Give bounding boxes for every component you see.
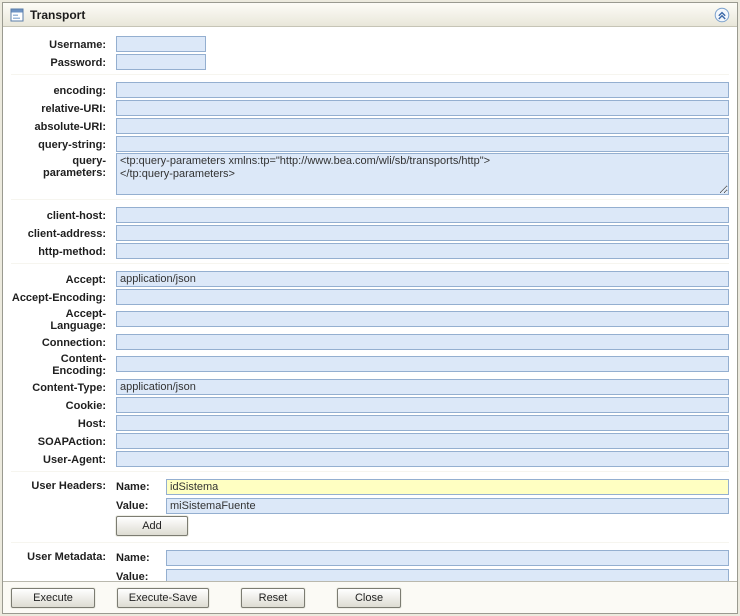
connection-field[interactable] bbox=[116, 333, 729, 350]
user-header-value-label: Value: bbox=[116, 499, 149, 512]
cookie-label: Cookie: bbox=[65, 399, 106, 412]
client-address-field[interactable] bbox=[116, 224, 729, 241]
query-string-field[interactable] bbox=[116, 135, 729, 152]
collapse-panel-icon[interactable] bbox=[714, 7, 730, 23]
execute-button[interactable]: Execute bbox=[11, 587, 95, 608]
section-divider bbox=[11, 199, 729, 200]
section-divider bbox=[11, 542, 729, 543]
client-host-field[interactable] bbox=[116, 206, 729, 223]
connection-label: Connection: bbox=[41, 336, 106, 349]
panel-header: Transport bbox=[3, 3, 737, 27]
client-address-label: client-address: bbox=[27, 227, 106, 240]
absolute-uri-label: absolute-URI: bbox=[34, 120, 107, 133]
action-bar: Execute Execute-Save Reset Close bbox=[3, 581, 737, 613]
accept-language-field[interactable] bbox=[116, 311, 729, 327]
accept-encoding-field[interactable] bbox=[116, 288, 729, 305]
user-header-name-label: Name: bbox=[116, 480, 150, 493]
user-agent-field[interactable] bbox=[116, 450, 729, 467]
username-field[interactable] bbox=[116, 35, 206, 52]
execute-save-button[interactable]: Execute-Save bbox=[117, 587, 209, 608]
user-metadata-name-field[interactable] bbox=[166, 549, 729, 566]
add-user-header-button[interactable]: Add bbox=[116, 516, 188, 536]
accept-language-label: Accept-Language: bbox=[50, 308, 106, 332]
user-header-name-field[interactable] bbox=[166, 478, 729, 495]
transport-form: Username: Password: encoding: relative-U… bbox=[3, 27, 737, 581]
content-encoding-field[interactable] bbox=[116, 356, 729, 372]
query-string-label: query-string: bbox=[38, 138, 106, 151]
absolute-uri-field[interactable] bbox=[116, 117, 729, 134]
accept-encoding-label: Accept-Encoding: bbox=[11, 291, 106, 304]
encoding-field[interactable] bbox=[116, 81, 729, 98]
host-field[interactable] bbox=[116, 414, 729, 431]
host-label: Host: bbox=[77, 417, 106, 430]
http-method-label: http-method: bbox=[38, 245, 106, 258]
content-type-field[interactable] bbox=[116, 378, 729, 395]
user-metadata-value-label: Value: bbox=[116, 570, 149, 582]
user-metadata-group: User Metadata: Name: Value: Add bbox=[11, 549, 729, 581]
transport-panel: Transport Username: Password: encoding: … bbox=[2, 2, 738, 614]
user-agent-label: User-Agent: bbox=[43, 453, 106, 466]
section-divider bbox=[11, 74, 729, 75]
accept-field[interactable] bbox=[116, 270, 729, 287]
user-metadata-value-field[interactable] bbox=[166, 568, 729, 581]
http-method-field[interactable] bbox=[116, 242, 729, 259]
user-header-value-field[interactable] bbox=[166, 497, 729, 514]
close-button[interactable]: Close bbox=[337, 587, 401, 608]
accept-label: Accept: bbox=[65, 273, 106, 286]
transport-form-icon bbox=[10, 8, 24, 22]
soapaction-field[interactable] bbox=[116, 432, 729, 449]
query-parameters-field[interactable]: <tp:query-parameters xmlns:tp="http://ww… bbox=[116, 153, 729, 195]
soapaction-label: SOAPAction: bbox=[37, 435, 106, 448]
username-label: Username: bbox=[49, 38, 106, 51]
password-label: Password: bbox=[50, 56, 106, 69]
relative-uri-label: relative-URI: bbox=[41, 102, 106, 115]
password-field[interactable] bbox=[116, 53, 206, 70]
user-metadata-name-label: Name: bbox=[116, 551, 150, 564]
relative-uri-field[interactable] bbox=[116, 99, 729, 116]
content-type-label: Content-Type: bbox=[32, 381, 106, 394]
cookie-field[interactable] bbox=[116, 396, 729, 413]
content-encoding-label: Content-Encoding: bbox=[52, 353, 106, 377]
reset-button[interactable]: Reset bbox=[241, 587, 305, 608]
encoding-label: encoding: bbox=[53, 84, 106, 97]
user-headers-group: User Headers: Name: Value: Add bbox=[11, 478, 729, 538]
section-divider bbox=[11, 263, 729, 264]
query-parameters-label: query-parameters: bbox=[43, 155, 106, 179]
user-metadata-label: User Metadata: bbox=[27, 551, 106, 563]
client-host-label: client-host: bbox=[46, 209, 106, 222]
panel-title: Transport bbox=[30, 7, 86, 22]
section-divider bbox=[11, 471, 729, 472]
user-headers-label: User Headers: bbox=[31, 480, 106, 492]
